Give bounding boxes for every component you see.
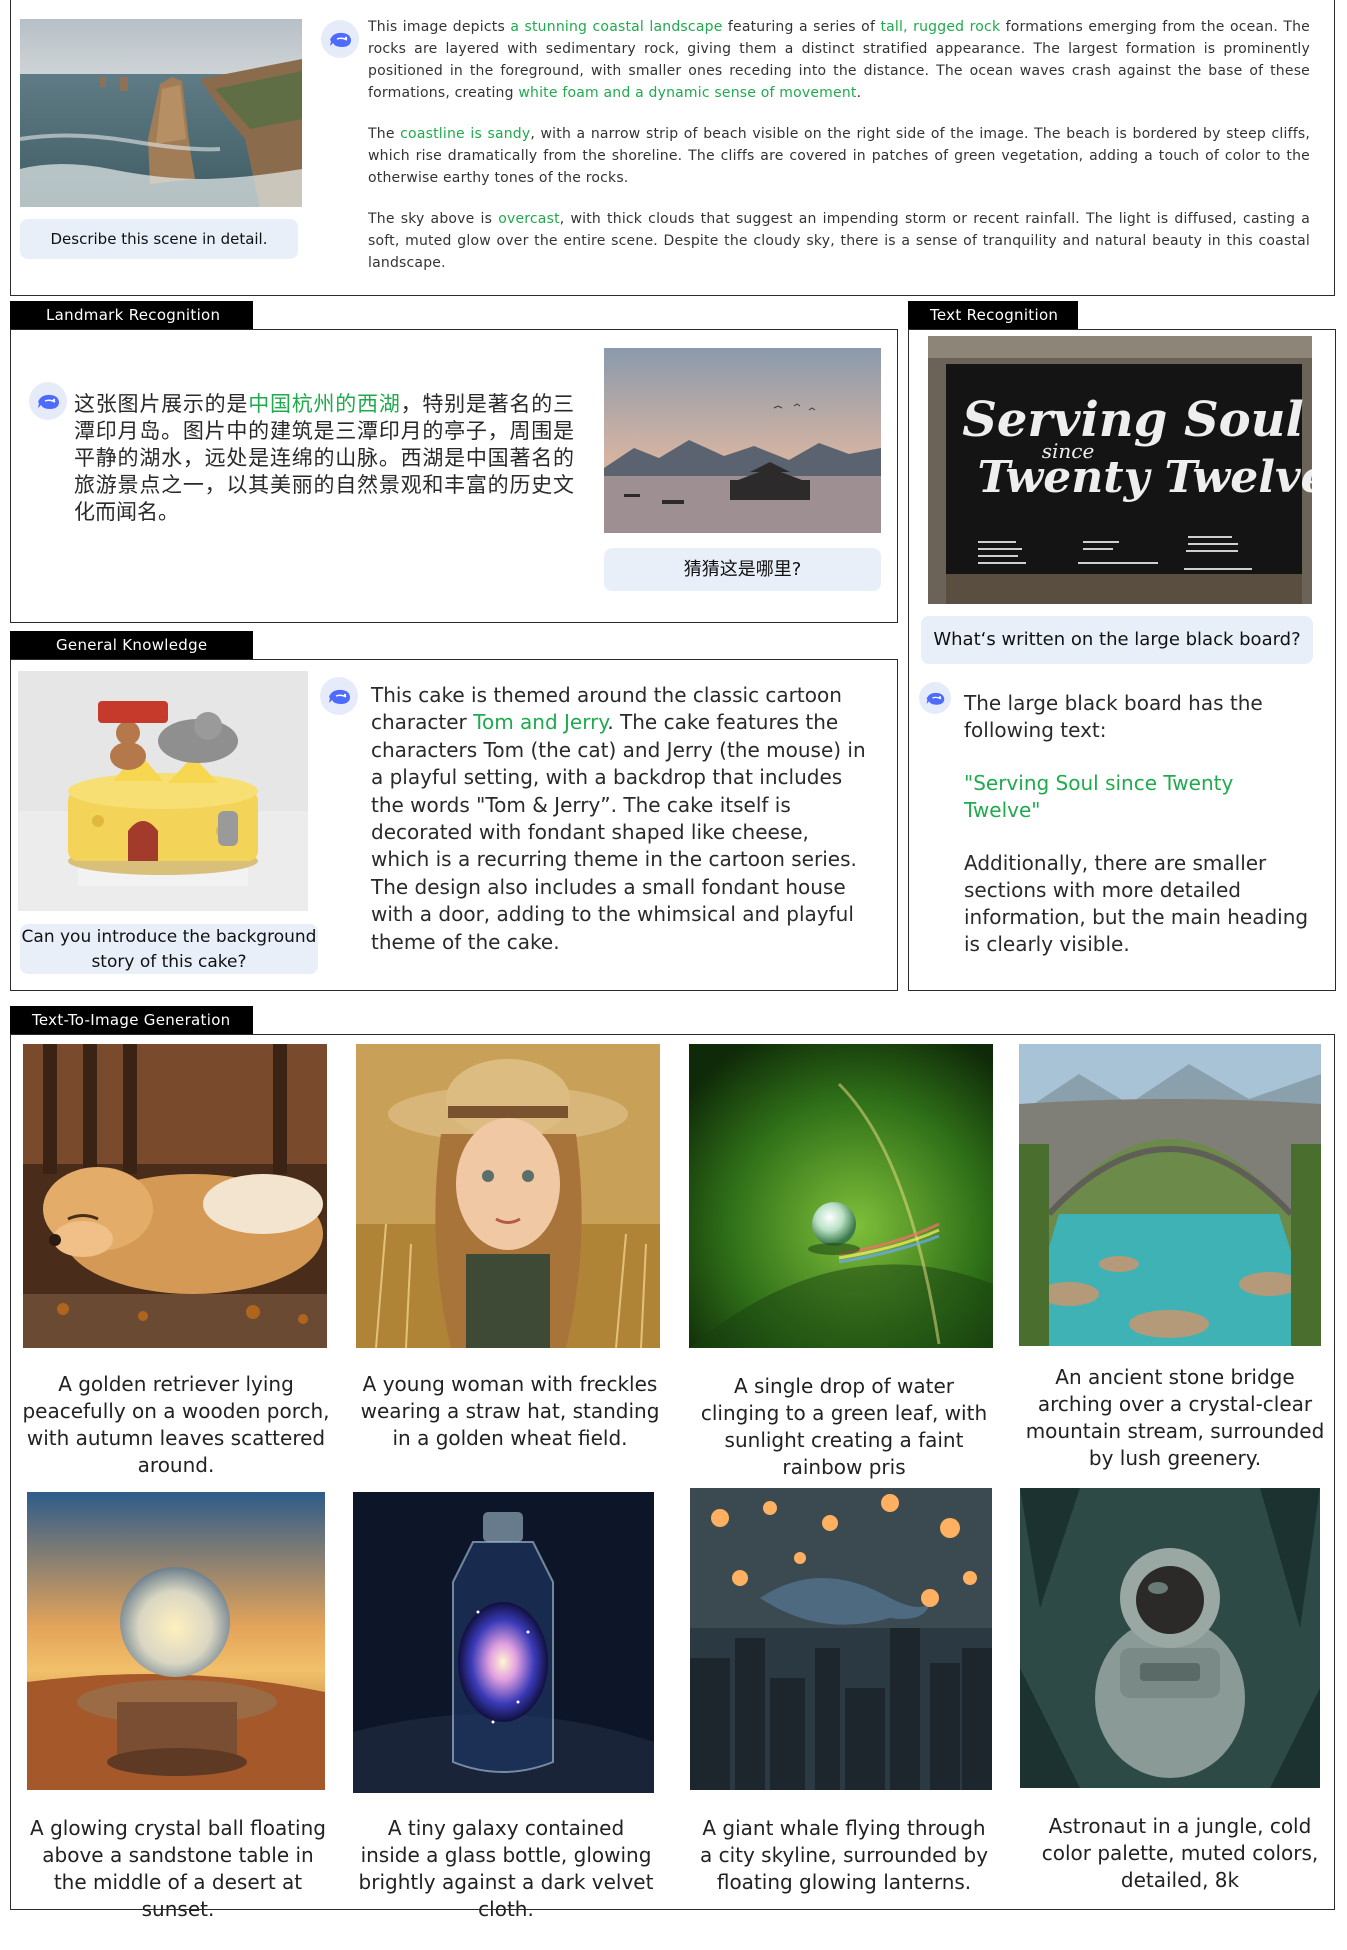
scene-answer-paragraph-1: This image depicts a stunning coastal la…: [368, 16, 1310, 104]
text-segment: 这张图片展示的是: [74, 392, 249, 416]
golden-retriever-image: [23, 1044, 327, 1348]
west-lake-image: [604, 348, 881, 533]
t2i-caption-8: Astronaut in a jungle, cold color palett…: [1041, 1814, 1319, 1892]
knowledge-answer: This cake is themed around the classic c…: [371, 682, 871, 956]
water-drop-leaf-image: [689, 1044, 993, 1348]
whale-logo-icon: [321, 20, 359, 58]
highlighted-phrase: white foam and a dynamic sense of moveme…: [518, 85, 857, 101]
whale-logo-icon: [919, 682, 951, 714]
text-segment: featuring a series of: [722, 19, 881, 35]
highlighted-phrase: 中国杭州的西湖: [248, 392, 401, 416]
text-segment: .: [856, 85, 862, 101]
t2i-tab: Text-To-Image Generation: [10, 1006, 253, 1034]
highlighted-phrase: a stunning coastal landscape: [510, 19, 723, 35]
crystal-ball-image: [27, 1492, 325, 1790]
answer-more: Additionally, there are smaller sections…: [964, 851, 1309, 956]
t2i-caption-7: A giant whale flying through a city skyl…: [699, 1816, 989, 1894]
text-segment: . The cake features the characters Tom (…: [371, 710, 866, 954]
highlighted-phrase: Tom and Jerry: [473, 710, 608, 735]
sign-line-2: Twenty Twelve: [977, 452, 1312, 503]
answer-quote: "Serving Soul since Twenty Twelve": [964, 771, 1234, 822]
text-recognition-tab: Text Recognition: [908, 301, 1078, 329]
landmark-tab: Landmark Recognition: [10, 301, 253, 329]
sign-line-1: Serving Soul: [962, 392, 1304, 448]
text-recognition-prompt-bubble: What‘s written on the large black board?: [921, 616, 1313, 664]
scene-answer-paragraph-2: The coastline is sandy, with a narrow st…: [368, 123, 1310, 189]
highlighted-phrase: overcast: [498, 211, 560, 227]
t2i-caption-5: A glowing crystal ball floating above a …: [30, 1816, 326, 1921]
general-knowledge-tab: General Knowledge: [10, 631, 253, 659]
scene-answer-paragraph-3: The sky above is overcast, with thick cl…: [368, 208, 1310, 274]
whale-logo-icon: [320, 677, 358, 715]
t2i-caption-2: A young woman with freckles wearing a st…: [360, 1372, 660, 1450]
coastal-landscape-image: [20, 19, 302, 207]
landmark-answer: 这张图片展示的是中国杭州的西湖，特别是著名的三潭印月岛。图片中的建筑是三潭印月的…: [74, 391, 574, 526]
highlighted-phrase: tall, rugged rock: [880, 19, 1001, 35]
stone-bridge-image: [1019, 1044, 1321, 1346]
landmark-prompt-bubble: 猜猜这是哪里?: [604, 548, 881, 591]
t2i-caption-3: A single drop of water clinging to a gre…: [700, 1374, 988, 1479]
text-segment: The: [368, 126, 401, 142]
black-board-image: Serving Soul since Twenty Twelve: [928, 336, 1312, 604]
tom-and-jerry-cake-image: [18, 671, 308, 911]
knowledge-prompt-bubble: Can you introduce the background story o…: [20, 924, 318, 974]
woman-straw-hat-image: [356, 1044, 660, 1348]
t2i-caption-1: A golden retriever lying peacefully on a…: [22, 1372, 330, 1477]
text-segment: This image depicts: [368, 19, 511, 35]
whale-city-image: [690, 1488, 992, 1790]
t2i-caption-4: An ancient stone bridge arching over a c…: [1025, 1365, 1325, 1470]
whale-logo-icon: [29, 382, 67, 420]
t2i-caption-6: A tiny galaxy contained inside a glass b…: [358, 1816, 654, 1921]
text-segment: The sky above is: [368, 211, 499, 227]
galaxy-bottle-image: [353, 1492, 654, 1793]
astronaut-jungle-image: [1020, 1488, 1320, 1788]
scene-answer: This image depicts a stunning coastal la…: [368, 16, 1310, 274]
highlighted-phrase: coastline is sandy: [400, 126, 531, 142]
answer-intro: The large black board has the following …: [964, 691, 1263, 742]
scene-prompt-bubble: Describe this scene in detail.: [20, 219, 298, 259]
text-recognition-answer: The large black board has the following …: [964, 690, 1309, 958]
